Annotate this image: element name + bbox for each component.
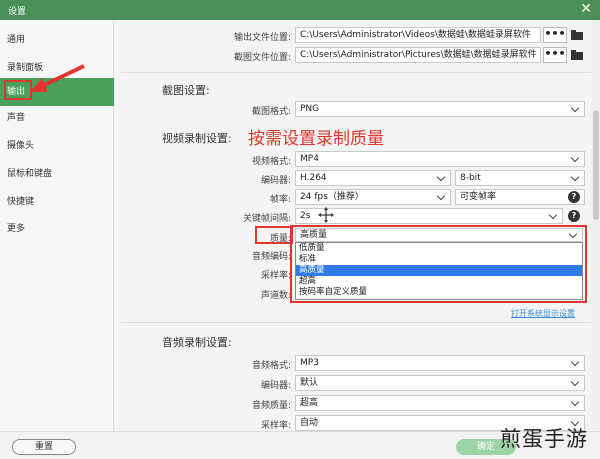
window-titlebar: 设置 ✕ [0, 0, 600, 20]
framerate-help-icon[interactable]: ? [568, 191, 580, 203]
sample-rate-label: 采样率: [260, 271, 291, 281]
sidebar-item-more[interactable]: 更多 [0, 215, 114, 243]
audio-quality-label: 音频质量: [251, 401, 291, 411]
screenshot-format-select[interactable]: PNG [295, 101, 585, 117]
audio-quality-select[interactable]: 超高 [295, 395, 585, 411]
chevron-down-icon [436, 191, 446, 201]
audio-settings-title: 音频录制设置: [162, 336, 232, 349]
keyframe-interval-select[interactable]: 2s [295, 208, 563, 224]
chevron-down-icon [548, 210, 558, 220]
audio-quality-value: 超高 [300, 398, 319, 408]
open-system-display-settings-link[interactable]: 打开系统显示设置 [511, 308, 575, 319]
audio-sample-rate-value: 自动 [300, 418, 319, 428]
keyframe-interval-label: 关键帧间隔: [242, 214, 291, 224]
screenshot-format-label: 截图格式: [251, 107, 291, 117]
output-folder-icon[interactable] [571, 30, 583, 40]
video-format-label: 视频格式: [251, 157, 291, 167]
framerate-label: 帧率: [269, 195, 291, 205]
audio-format-select[interactable]: MP3 [295, 355, 585, 371]
annotation-arrow-icon [30, 64, 85, 92]
screenshot-folder-icon[interactable] [571, 50, 583, 60]
video-settings-title: 视频录制设置: [162, 132, 232, 145]
channels-label: 声道数: [260, 291, 291, 301]
sidebar-item-sound[interactable]: 声音 [0, 104, 114, 132]
framerate-mode-select[interactable]: 可变帧率 [455, 189, 585, 205]
sidebar-item-hotkeys[interactable]: 快捷键 [0, 188, 114, 216]
move-cursor-icon [318, 207, 334, 223]
video-format-select[interactable]: MP4 [295, 151, 585, 167]
screenshot-settings-title: 截图设置: [162, 84, 210, 97]
section-divider [121, 322, 591, 323]
audio-sample-rate-label: 采样率: [260, 421, 291, 431]
section-divider [121, 72, 591, 73]
screenshot-location-field[interactable]: C:\Users\Administrator\Pictures\数据蛙\数据蛙录… [295, 47, 541, 63]
output-browse-button[interactable]: ••• [543, 27, 567, 43]
sidebar-item-camera[interactable]: 摄像头 [0, 132, 114, 160]
quality-dropdown-highlight-box [290, 225, 587, 303]
audio-encoder-select[interactable]: 默认 [295, 375, 585, 391]
chevron-down-icon [570, 172, 580, 182]
keyframe-interval-value: 2s [300, 211, 311, 221]
bitdepth-select[interactable]: 8-bit [455, 170, 585, 186]
output-location-field[interactable]: C:\Users\Administrator\Videos\数据蛙\数据蛙录屏软… [295, 27, 541, 43]
sidebar-item-mouse-keyboard[interactable]: 鼠标和键盘 [0, 160, 114, 188]
audio-codec-label: 音频编码: [251, 252, 291, 262]
screenshot-browse-button[interactable]: ••• [543, 47, 567, 63]
video-encoder-value: H.264 [300, 173, 327, 183]
sidebar-item-general[interactable]: 通用 [0, 26, 114, 54]
chevron-down-icon [436, 172, 446, 182]
main-scrollbar-thumb[interactable] [593, 110, 599, 220]
screenshot-location-label: 截图文件位置: [233, 53, 291, 63]
audio-encoder-value: 默认 [300, 378, 319, 388]
chevron-down-icon [570, 377, 580, 387]
site-watermark: 煎蛋手游 [500, 427, 588, 451]
output-location-label: 输出文件位置: [233, 33, 291, 43]
settings-main-panel: 输出文件位置: C:\Users\Administrator\Videos\数据… [115, 20, 600, 431]
chevron-down-icon [570, 153, 580, 163]
quality-annotation-text: 按需设置录制质量 [248, 129, 384, 149]
reset-button[interactable]: 重置 [12, 439, 76, 455]
quality-label-highlight-box [255, 226, 293, 244]
main-scrollbar-track[interactable] [592, 20, 600, 431]
keyframe-help-icon[interactable]: ? [568, 210, 580, 222]
bitdepth-value: 8-bit [460, 173, 481, 183]
window-title: 设置 [8, 7, 27, 17]
screenshot-format-value: PNG [300, 104, 320, 114]
framerate-select[interactable]: 24 fps（推荐） [295, 189, 451, 205]
framerate-value: 24 fps（推荐） [300, 192, 364, 202]
video-format-value: MP4 [300, 154, 319, 164]
audio-format-label: 音频格式: [251, 361, 291, 371]
audio-encoder-label: 编码器: [260, 381, 291, 391]
chevron-down-icon [570, 397, 580, 407]
close-icon[interactable]: ✕ [580, 1, 592, 17]
audio-format-value: MP3 [300, 358, 319, 368]
video-encoder-select[interactable]: H.264 [295, 170, 451, 186]
chevron-down-icon [570, 357, 580, 367]
video-encoder-label: 编码器: [260, 176, 291, 186]
chevron-down-icon [570, 103, 580, 113]
framerate-mode-value: 可变帧率 [460, 192, 497, 202]
